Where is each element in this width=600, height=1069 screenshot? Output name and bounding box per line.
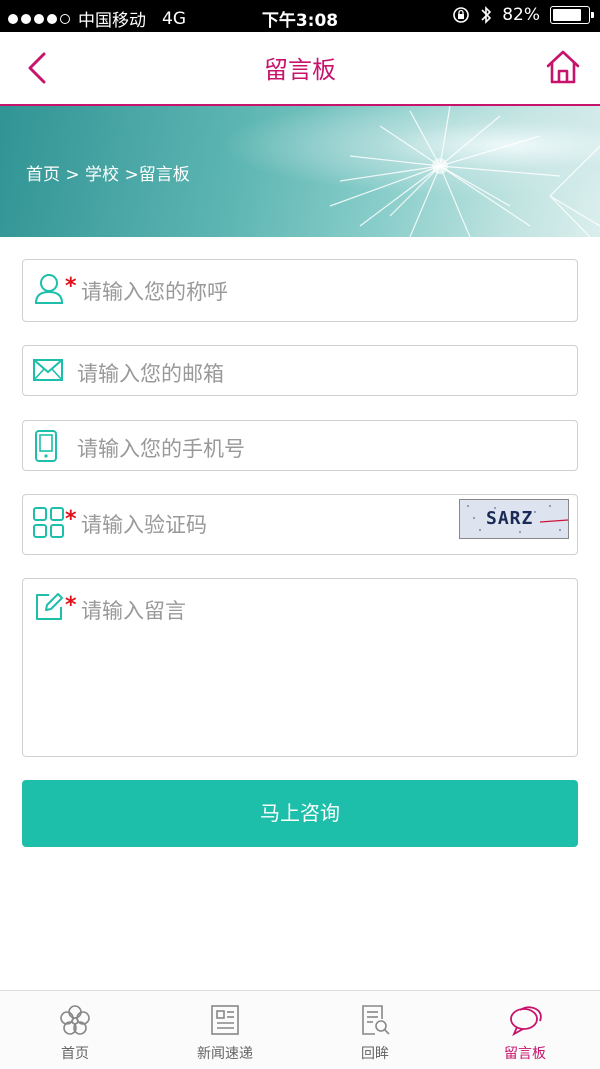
captcha-image[interactable]: SARZ bbox=[459, 499, 569, 539]
envelope-icon bbox=[33, 359, 63, 381]
bottom-tab-bar: 首页 新闻速递 回眸 留言板 bbox=[0, 990, 600, 1069]
phone-placeholder: 请输入您的手机号 bbox=[77, 437, 245, 461]
email-input[interactable]: 请输入您的邮箱 bbox=[22, 345, 578, 396]
user-icon bbox=[34, 274, 64, 304]
navigation-bar: 留言板 bbox=[0, 32, 600, 106]
tab-label: 回眸 bbox=[361, 1046, 389, 1062]
rotation-lock-icon bbox=[453, 7, 470, 23]
flower-icon bbox=[60, 1005, 90, 1035]
header-banner: 首页 > 学校 >留言板 bbox=[0, 106, 600, 237]
tab-home[interactable]: 首页 bbox=[0, 991, 150, 1069]
chat-bubble-icon bbox=[510, 1006, 542, 1037]
document-search-icon bbox=[362, 1005, 390, 1035]
home-button[interactable] bbox=[544, 48, 582, 86]
name-input[interactable]: * 请输入您的称呼 bbox=[22, 259, 578, 322]
message-placeholder: 请输入留言 bbox=[81, 599, 186, 623]
required-mark: * bbox=[65, 507, 77, 532]
tab-news[interactable]: 新闻速递 bbox=[150, 991, 300, 1069]
captcha-text: SARZ bbox=[486, 508, 534, 529]
page-title: 留言板 bbox=[264, 56, 336, 84]
home-icon bbox=[546, 50, 580, 84]
status-right: 82% bbox=[452, 5, 594, 25]
breadcrumb: 首页 > 学校 >留言板 bbox=[26, 165, 190, 185]
tab-message-board[interactable]: 留言板 bbox=[450, 991, 600, 1069]
battery-icon bbox=[550, 6, 594, 24]
newspaper-icon bbox=[211, 1005, 239, 1035]
required-mark: * bbox=[65, 274, 77, 299]
required-mark: * bbox=[65, 593, 77, 618]
tab-review[interactable]: 回眸 bbox=[300, 991, 450, 1069]
edit-icon bbox=[36, 593, 63, 620]
mobile-phone-icon bbox=[35, 430, 57, 462]
submit-button[interactable]: 马上咨询 bbox=[22, 780, 578, 847]
grid-icon bbox=[33, 507, 64, 538]
bluetooth-icon bbox=[481, 6, 492, 24]
captcha-input[interactable]: * 请输入验证码 SARZ bbox=[22, 494, 578, 555]
tab-label: 新闻速递 bbox=[197, 1046, 253, 1062]
tab-label: 首页 bbox=[61, 1046, 89, 1062]
battery-percent: 82% bbox=[502, 5, 540, 25]
dandelion-illustration bbox=[329, 106, 600, 237]
status-bar: 中国移动 4G 下午3:08 82% bbox=[0, 0, 600, 32]
tab-label: 留言板 bbox=[504, 1046, 546, 1062]
captcha-placeholder: 请输入验证码 bbox=[81, 513, 207, 537]
message-textarea[interactable]: * 请输入留言 bbox=[22, 578, 578, 757]
name-placeholder: 请输入您的称呼 bbox=[81, 280, 228, 304]
phone-input[interactable]: 请输入您的手机号 bbox=[22, 420, 578, 471]
email-placeholder: 请输入您的邮箱 bbox=[77, 362, 224, 386]
